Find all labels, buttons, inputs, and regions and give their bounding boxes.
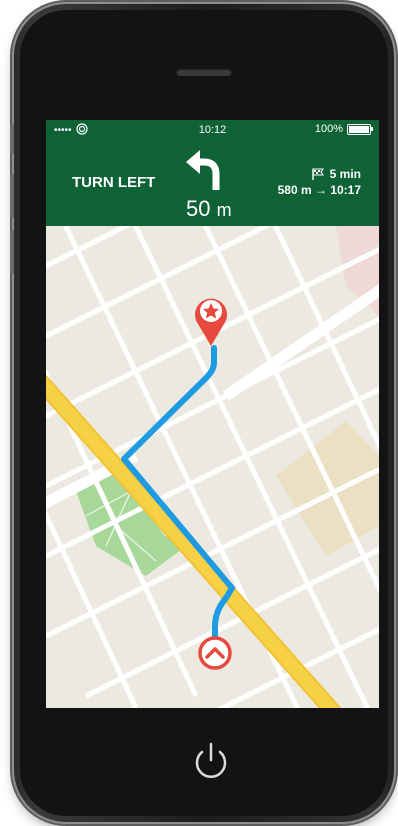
battery-fill	[349, 125, 369, 133]
distance-unit: m	[216, 200, 232, 220]
volume-up-button	[10, 174, 14, 218]
distance-value: 50	[186, 196, 211, 221]
eta-panel: 5 min 580 m → 10:17	[278, 166, 361, 198]
turn-instruction: TURN LEFT	[72, 174, 156, 191]
checkered-flag-icon	[311, 168, 324, 180]
navigation-header: TURN LEFT 50 m 5 min 580 m → 10:17	[46, 140, 379, 226]
current-location-marker[interactable]	[198, 636, 232, 670]
battery-icon	[347, 123, 373, 135]
eta-duration-row: 5 min	[278, 166, 361, 182]
side-button	[10, 124, 14, 154]
power-button[interactable]	[188, 738, 234, 784]
power-icon	[195, 742, 227, 778]
battery-percent: 100%	[314, 123, 343, 135]
remaining-distance-arrival: 580 m → 10:17	[277, 183, 361, 197]
screen: ••••• 10:12 100% TURN LEFT 50 m 5 min 58…	[46, 120, 379, 708]
status-bar: ••••• 10:12 100%	[46, 120, 379, 140]
earpiece-speaker	[176, 68, 232, 76]
distance-to-turn: 50 m	[186, 196, 232, 222]
status-right: 100%	[314, 123, 373, 135]
volume-down-button	[10, 230, 14, 274]
turn-left-arrow-icon	[186, 150, 220, 190]
eta-duration: 5 min	[329, 167, 361, 181]
map-view[interactable]	[46, 226, 379, 708]
